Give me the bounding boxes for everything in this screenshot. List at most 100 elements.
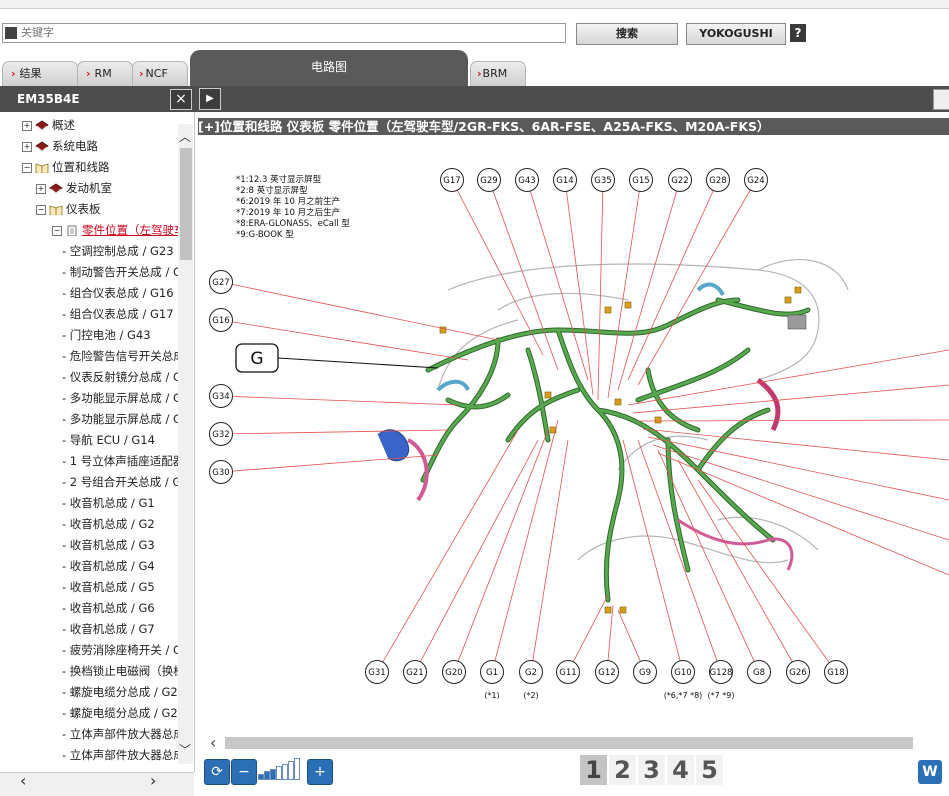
print-icon[interactable] xyxy=(933,89,949,110)
tree-item[interactable]: - 立体声部件放大器总成 xyxy=(62,724,185,744)
connector-g18[interactable]: G18 xyxy=(824,660,848,684)
page-5-button[interactable]: 5 xyxy=(696,755,723,785)
connector-g14[interactable]: G14 xyxy=(553,168,577,192)
connector-plug xyxy=(614,398,622,406)
tree-item[interactable]: + 概述 xyxy=(22,115,75,135)
tree-item[interactable]: - 螺旋电缆分总成 / G2 xyxy=(62,703,178,723)
connector-g35[interactable]: G35 xyxy=(591,168,615,192)
tree-item[interactable]: - 收音机总成 / G7 xyxy=(62,619,155,639)
tab-results[interactable]: › 结果 xyxy=(2,61,78,86)
tree-item-label: - 门控电池 / G43 xyxy=(62,328,151,342)
connector-g10[interactable]: G10 xyxy=(671,660,695,684)
wiring-diagram: *1:12.3 英寸显示屏型*2:8 英寸显示屏型*6:2019 年 10 月之… xyxy=(209,168,949,700)
expand-icon[interactable]: + xyxy=(22,141,32,152)
connector-g29[interactable]: G29 xyxy=(477,168,501,192)
tree-item[interactable]: - 收音机总成 / G4 xyxy=(62,556,155,576)
page-2-button[interactable]: 2 xyxy=(609,755,636,785)
tree-item[interactable]: - 疲劳消除座椅开关 / G xyxy=(62,640,182,660)
tree-item[interactable]: − 零件位置（左驾驶车 xyxy=(52,220,186,240)
connector-g11[interactable]: G11 xyxy=(556,660,580,684)
close-icon[interactable]: × xyxy=(170,89,192,110)
page-4-button[interactable]: 4 xyxy=(667,755,694,785)
connector-g21[interactable]: G21 xyxy=(403,660,427,684)
play-icon[interactable]: ▶ xyxy=(199,88,221,110)
tree-item[interactable]: - 1 号立体声插座适配器 xyxy=(62,451,184,471)
connector-g16[interactable]: G16 xyxy=(209,308,233,332)
expand-icon[interactable]: + xyxy=(36,183,46,194)
tab-ncf[interactable]: › NCF xyxy=(132,61,188,86)
connector-g24[interactable]: G24 xyxy=(744,168,768,192)
scroll-up-icon[interactable]: ︿ xyxy=(179,128,191,145)
scroll-left-icon[interactable]: ‹ xyxy=(210,733,216,752)
tree-item[interactable]: - 多功能显示屏总成 / G xyxy=(62,409,182,429)
scroll-left-icon[interactable]: ‹ xyxy=(20,771,26,790)
collapse-icon[interactable]: − xyxy=(52,225,62,236)
page-1-button[interactable]: 1 xyxy=(580,755,607,785)
diagram-title[interactable]: [+]位置和线路 仪表板 零件位置（左驾驶车型/2GR-FKS、6AR-FSE、… xyxy=(198,118,949,135)
connector-g2[interactable]: G2 xyxy=(519,660,543,684)
connector-g15[interactable]: G15 xyxy=(629,168,653,192)
tree-item[interactable]: - 收音机总成 / G3 xyxy=(62,535,155,555)
page-3-button[interactable]: 3 xyxy=(638,755,665,785)
collapse-icon[interactable]: − xyxy=(22,162,32,173)
connector-g27[interactable]: G27 xyxy=(209,270,233,294)
tree-item[interactable]: - 多功能显示屏总成 / G xyxy=(62,388,182,408)
zoom-out-icon[interactable]: − xyxy=(231,759,257,785)
search-input[interactable] xyxy=(21,24,561,40)
connector-g28[interactable]: G28 xyxy=(706,168,730,192)
tree-item[interactable]: - 换档锁止电磁阀（换档 xyxy=(62,661,185,681)
connector-g8[interactable]: G8 xyxy=(747,660,771,684)
tree-item[interactable]: - 2 号组合开关总成 / G xyxy=(62,472,181,492)
connector-g1[interactable]: G1 xyxy=(480,660,504,684)
help-icon[interactable]: ? xyxy=(790,24,806,42)
zoom-in-icon[interactable]: + xyxy=(307,759,333,785)
connector-g128[interactable]: G128 xyxy=(709,660,733,684)
tree-item[interactable]: − 仪表板 xyxy=(36,199,101,219)
refresh-icon[interactable]: ⟳ xyxy=(204,759,230,785)
zoom-level-indicator[interactable] xyxy=(258,758,304,782)
tree-item[interactable]: - 空调控制总成 / G23 xyxy=(62,241,174,261)
tab-rm[interactable]: › RM xyxy=(77,61,133,86)
expand-icon[interactable]: + xyxy=(22,120,32,131)
tab-brm[interactable]: ›BRM xyxy=(470,61,526,86)
scroll-right-icon[interactable]: › xyxy=(150,771,156,790)
tree-item[interactable]: − 位置和线路 xyxy=(22,157,110,177)
tree-item[interactable]: - 收音机总成 / G2 xyxy=(62,514,155,534)
tree-item[interactable]: - 制动警告开关总成 / G xyxy=(62,262,182,282)
w-button[interactable]: W xyxy=(918,760,942,784)
diagram-scroll-thumb[interactable] xyxy=(225,737,913,749)
connector-g30[interactable]: G30 xyxy=(209,460,233,484)
sidebar-horizontal-scrollbar[interactable] xyxy=(0,772,194,796)
connector-g34[interactable]: G34 xyxy=(209,384,233,408)
tree-item[interactable]: - 螺旋电缆分总成 / G2 xyxy=(62,682,178,702)
connector-g31[interactable]: G31 xyxy=(365,660,389,684)
tree-item[interactable]: + 系统电路 xyxy=(22,136,98,156)
tree-item[interactable]: - 门控电池 / G43 xyxy=(62,325,151,345)
yokogushi-button[interactable]: YOKOGUSHI xyxy=(686,23,786,45)
tree-item[interactable]: + 发动机室 xyxy=(36,178,112,198)
tree-item[interactable]: - 危险警告信号开关总成 xyxy=(62,346,185,366)
scroll-down-icon[interactable]: ﹀ xyxy=(179,741,191,758)
search-field[interactable] xyxy=(2,23,566,43)
sidebar-scroll-thumb[interactable] xyxy=(180,148,192,260)
tree-item[interactable]: - 导航 ECU / G14 xyxy=(62,430,155,450)
connector-g9[interactable]: G9 xyxy=(633,660,657,684)
connector-g26[interactable]: G26 xyxy=(786,660,810,684)
tree-item[interactable]: - 收音机总成 / G1 xyxy=(62,493,155,513)
zoom-bar[interactable] xyxy=(294,758,300,780)
tree-item[interactable]: - 收音机总成 / G5 xyxy=(62,577,155,597)
tree-item[interactable]: - 收音机总成 / G6 xyxy=(62,598,155,618)
connector-g32[interactable]: G32 xyxy=(209,422,233,446)
tree-item[interactable]: - 组合仪表总成 / G17 xyxy=(62,304,174,324)
connector-g12[interactable]: G12 xyxy=(595,660,619,684)
collapse-icon[interactable]: − xyxy=(36,204,46,215)
connector-g22[interactable]: G22 xyxy=(668,168,692,192)
connector-g17[interactable]: G17 xyxy=(440,168,464,192)
tree-item[interactable]: - 组合仪表总成 / G16 xyxy=(62,283,174,303)
tree-item[interactable]: - 立体声部件放大器总成 xyxy=(62,745,185,765)
tree-item[interactable]: - 仪表反射镜分总成 / G xyxy=(62,367,182,387)
tab-circuit-diagram[interactable]: 电路图 xyxy=(190,50,468,86)
search-button[interactable]: 搜索 xyxy=(576,23,678,45)
connector-g20[interactable]: G20 xyxy=(442,660,466,684)
connector-g43[interactable]: G43 xyxy=(515,168,539,192)
